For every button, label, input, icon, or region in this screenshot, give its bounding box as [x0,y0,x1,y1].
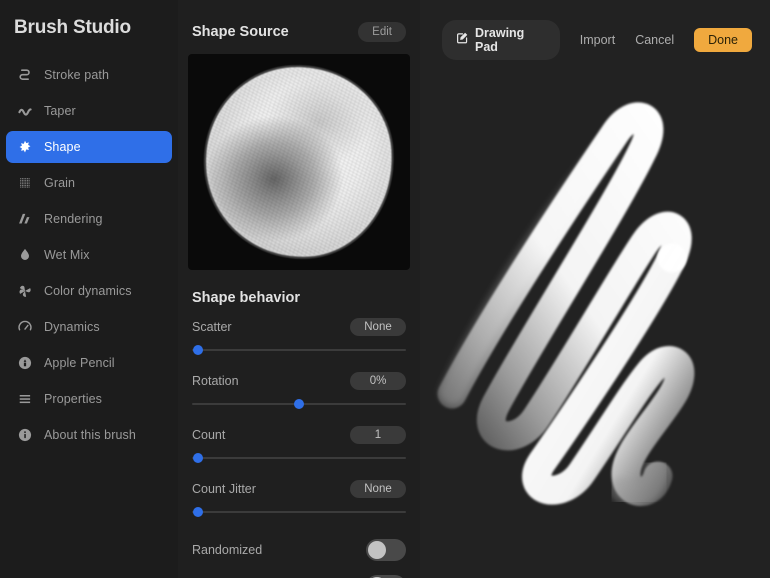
cancel-button[interactable]: Cancel [635,33,674,47]
slider-track [192,511,406,513]
shape-behavior-title: Shape behavior [192,290,300,306]
toggle-label-randomized: Randomized [192,543,263,557]
tab-drawing-pad-label: Drawing Pad [475,26,525,54]
control-row: Count Jitter None [192,478,406,500]
grain-dots-icon [14,172,36,194]
sidebar-item-color-dynamics[interactable]: Color dynamics [6,275,172,307]
slider-track [192,457,406,459]
shape-behavior-toggles: RandomizedAzimuthFlip X [178,532,420,578]
sidebar-item-label: Apple Pencil [44,356,115,370]
edit-button[interactable]: Edit [358,22,406,42]
sidebar-nav: Stroke path Taper Shape Grain Rendering Wet M… [0,59,178,451]
sidebar-item-taper[interactable]: Taper [6,95,172,127]
control-scatter: Scatter None [192,316,406,357]
sidebar-item-label: Dynamics [44,320,100,334]
sidebar-item-label: About this brush [44,428,136,442]
list-icon [14,388,36,410]
slider-thumb[interactable] [193,345,204,355]
sidebar-item-label: Shape [44,140,81,154]
shape-source-thumbnail[interactable] [188,54,410,270]
brush-shape-blob [197,59,400,266]
control-label-count: Count [192,428,226,442]
toggle-knob [368,541,386,559]
pinwheel-icon [14,280,36,302]
done-button[interactable]: Done [694,28,752,52]
slider-thumb[interactable] [193,453,204,463]
sidebar-item-label: Rendering [44,212,103,226]
control-label-count-jitter: Count Jitter [192,482,256,496]
slider-thumb[interactable] [193,507,204,517]
page-title: Brush Studio [14,17,131,38]
shape-source-header: Shape Source Edit [178,0,420,42]
sidebar-item-label: Properties [44,392,102,406]
sidebar-item-grain[interactable]: Grain [6,167,172,199]
value-pill-scatter[interactable]: None [350,318,406,336]
toggle-randomized[interactable] [366,539,406,561]
slider-scatter[interactable] [192,343,406,357]
brush-stroke-preview[interactable] [420,0,770,578]
control-row: Rotation 0% [192,370,406,392]
shape-source-title: Shape Source [192,24,289,40]
stroke-canvas [437,102,695,507]
sidebar-item-wet-mix[interactable]: Wet Mix [6,239,172,271]
sidebar-item-label: Stroke path [44,68,110,82]
sidebar-item-label: Color dynamics [44,284,132,298]
control-row: Count 1 [192,424,406,446]
stroke-path-icon [14,64,36,86]
control-label-scatter: Scatter [192,320,232,334]
control-label-rotation: Rotation [192,374,239,388]
shape-burst-icon [14,136,36,158]
slider-track [192,349,406,351]
sidebar: Brush Studio Stroke path Taper Shape Grain R… [0,0,178,578]
value-pill-count-jitter[interactable]: None [350,480,406,498]
control-count-jitter: Count Jitter None [192,478,406,519]
sidebar-item-stroke-path[interactable]: Stroke path [6,59,172,91]
slider-count-jitter[interactable] [192,505,406,519]
value-pill-rotation[interactable]: 0% [350,372,406,390]
toggle-row-azimuth: Azimuth [178,568,420,578]
slider-thumb[interactable] [294,399,304,409]
edit-square-icon [456,31,469,49]
drawing-pad-toolbar: Drawing Pad Import Cancel Done [420,0,770,60]
sidebar-item-shape[interactable]: Shape [6,131,172,163]
apple-pencil-icon [14,352,36,374]
control-rotation: Rotation 0% [192,370,406,411]
rendering-icon [14,208,36,230]
import-button[interactable]: Import [580,33,615,47]
sidebar-item-label: Grain [44,176,76,190]
toggle-row-randomized: Randomized [178,532,420,568]
tab-drawing-pad[interactable]: Drawing Pad [442,20,560,60]
control-count: Count 1 [192,424,406,465]
brush-studio-window: Brush Studio Stroke path Taper Shape Grain R… [0,0,770,578]
sidebar-item-label: Wet Mix [44,248,90,262]
sidebar-item-dynamics[interactable]: Dynamics [6,311,172,343]
sidebar-item-rendering[interactable]: Rendering [6,203,172,235]
drawing-pad-panel: Drawing Pad Import Cancel Done [420,0,770,578]
shape-settings-panel: Shape Source Edit Shape behavior Scatter… [178,0,420,578]
droplet-icon [14,244,36,266]
sidebar-item-about-this-brush[interactable]: About this brush [6,419,172,451]
sidebar-item-label: Taper [44,104,76,118]
sidebar-item-properties[interactable]: Properties [6,383,172,415]
value-pill-count[interactable]: 1 [350,426,406,444]
taper-icon [14,100,36,122]
control-row: Scatter None [192,316,406,338]
sidebar-item-apple-pencil[interactable]: Apple Pencil [6,347,172,379]
slider-count[interactable] [192,451,406,465]
shape-behavior-sliders: Scatter None Rotation 0% Count 1 Count Jitter N… [178,316,420,519]
info-icon [14,424,36,446]
blob-edge-highlight [197,59,400,266]
gauge-icon [14,316,36,338]
slider-rotation[interactable] [192,397,406,411]
